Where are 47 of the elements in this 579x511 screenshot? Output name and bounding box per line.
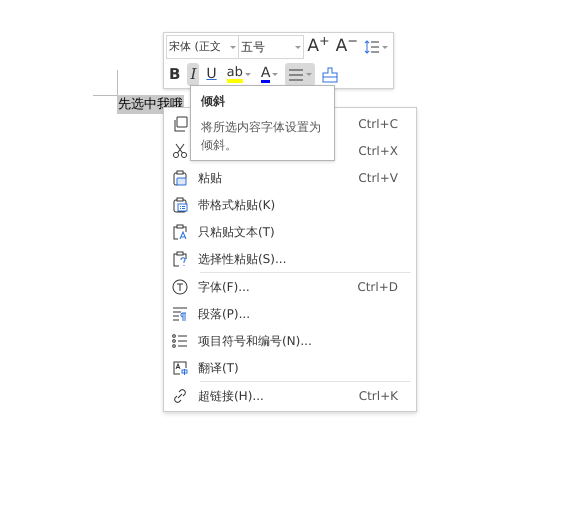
shortcut-text: Ctrl+K xyxy=(358,388,398,404)
underline-button[interactable]: U xyxy=(203,63,220,86)
clipboard-icon xyxy=(172,224,188,240)
increase-font-button[interactable]: A$^{+}$ xyxy=(304,36,333,58)
menu-item[interactable]: 翻译(T) xyxy=(164,354,416,381)
bold-button[interactable]: B xyxy=(166,63,184,86)
menu-item[interactable]: 选择性粘贴(S)... xyxy=(164,245,416,272)
link-icon xyxy=(172,388,188,404)
align-button[interactable] xyxy=(285,63,316,86)
font-icon xyxy=(172,278,188,294)
menu-item-label: 粘贴 xyxy=(198,170,223,186)
menu-item-label: 翻译(T) xyxy=(198,360,240,376)
clipboard-icon xyxy=(172,250,188,266)
menu-item[interactable]: 字体(F)... Ctrl+D xyxy=(164,273,416,300)
font-size-dropdown[interactable]: 五号 xyxy=(239,35,304,59)
align-icon xyxy=(288,66,304,82)
menu-item[interactable]: 带格式粘贴(K) xyxy=(164,191,416,218)
menu-item-label: 带格式粘贴(K) xyxy=(198,196,276,214)
shortcut-text: Ctrl+C xyxy=(358,116,398,132)
clipboard-icon xyxy=(172,170,188,186)
shortcut-text: Ctrl+X xyxy=(358,142,398,160)
bullet-list-icon xyxy=(172,332,188,348)
menu-item[interactable]: 粘贴 Ctrl+V xyxy=(164,164,416,191)
copy-icon xyxy=(172,116,188,132)
paragraph-icon xyxy=(172,306,188,322)
menu-item[interactable]: 只粘贴文本(T) xyxy=(164,218,416,245)
line-spacing-icon xyxy=(364,39,380,55)
paintbrush-icon xyxy=(322,66,338,82)
menu-item[interactable]: 段落(P)... xyxy=(164,300,416,327)
italic-button[interactable]: I xyxy=(187,63,200,86)
tooltip-title: 倾斜 xyxy=(201,93,226,110)
menu-item-label: 选择性粘贴(S)... xyxy=(198,250,288,268)
shortcut-text: Ctrl+D xyxy=(357,278,398,296)
menu-item[interactable]: 超链接(H)... Ctrl+K xyxy=(164,382,416,409)
scissors-icon xyxy=(172,142,188,158)
menu-item-label: 只粘贴文本(T) xyxy=(198,224,276,240)
font-name-dropdown[interactable]: 宋体 (正文 xyxy=(166,35,240,59)
decrease-font-button[interactable]: A$^{−}$ xyxy=(332,36,361,58)
menu-item-label: 项目符号和编号(N)... xyxy=(198,332,313,350)
menu-item-label: 超链接(H)... xyxy=(198,388,265,404)
tooltip-text: 将所选内容字体设置为倾斜。 xyxy=(201,119,322,154)
menu-item[interactable]: 项目符号和编号(N)... xyxy=(164,327,416,354)
menu-item-label: 字体(F)... xyxy=(198,278,251,296)
translate-icon xyxy=(172,360,188,376)
shortcut-text: Ctrl+V xyxy=(358,170,398,186)
menu-item-label: 段落(P)... xyxy=(198,306,252,322)
clipboard-icon xyxy=(172,196,188,212)
